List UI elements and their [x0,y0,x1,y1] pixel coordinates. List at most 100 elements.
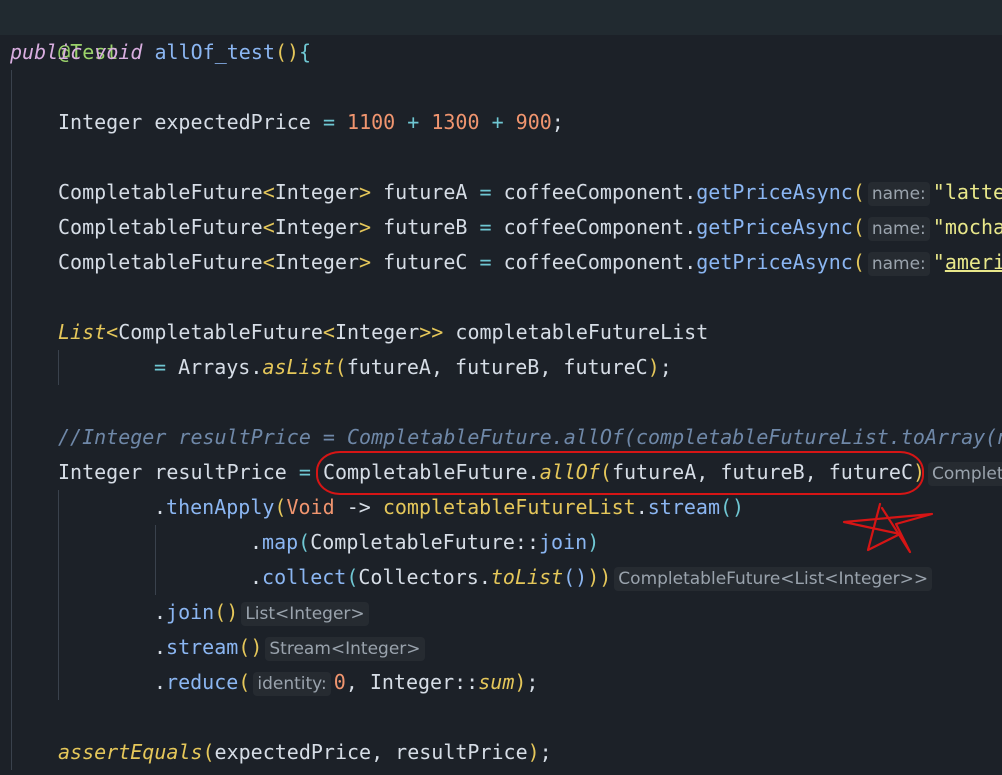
dot: . [250,355,263,379]
method-call: getPriceAsync [696,250,853,274]
code-line-join: .join() List<Integer> [154,595,372,630]
var-expected-price: expectedPrice [154,110,311,134]
method-ref-op: :: [514,530,540,554]
dot: . [154,495,167,519]
dot: . [684,215,697,239]
var-future: futureC [383,250,468,274]
operator-plus: + [491,110,504,134]
dot: . [154,670,167,694]
paren-close: ) [587,530,600,554]
code-line-assert: assertEquals(expectedPrice, resultPrice)… [58,735,552,770]
generic-close: > [359,180,372,204]
paren-open: ( [346,565,359,589]
object-ref: coffeeComponent [503,215,685,239]
method-ref-sum: sum [478,670,515,694]
generic-close: >> [419,320,444,344]
method-call: getPriceAsync [696,215,853,239]
method-map: map [262,530,299,554]
class-collectors: Collectors [358,565,479,589]
generic-open: < [106,320,119,344]
paren-open: ( [852,215,865,239]
code-line-collect: .collect(Collectors.toList())) Completabl… [250,560,935,595]
class-arrays: Arrays [178,355,251,379]
dot: . [250,530,263,554]
generic-open: < [322,320,335,344]
var-completable-future-list: completableFutureList [382,495,636,519]
type-integer: Integer [274,215,360,239]
method-then-apply: thenApply [166,495,275,519]
type-completable-future: CompletableFuture [58,215,263,239]
method-assert-equals: assertEquals [58,740,203,764]
type-integer: Integer [274,180,360,204]
method-ref-join: join [539,530,588,554]
type-completable-future: CompletableFuture [58,250,263,274]
code-line-map: .map(CompletableFuture::join) [250,525,599,560]
operator-assign: = [154,355,167,379]
red-star-markup [842,502,934,554]
dot: . [684,180,697,204]
type-integer: Integer [334,320,420,344]
code-editor[interactable]: @Test public void allOf_test(){ Integer … [0,0,1002,775]
dot: . [684,250,697,274]
operator-assign: = [322,110,335,134]
var-future: futureB [383,215,468,239]
paren-open: ( [334,355,347,379]
dot: . [154,635,167,659]
parens: () [238,635,263,659]
paren-close: ) [647,355,660,379]
code-line-list-decl: List<CompletableFuture<Integer>> complet… [58,315,708,350]
params-parens: () [274,40,300,64]
paren-close: ) [514,670,527,694]
method-to-list: toList [490,565,564,589]
type-hint: Complet [928,462,1002,486]
parameter-hint: name: [867,252,930,276]
type-completable-future: CompletableFuture [118,320,323,344]
operator-assign: = [479,215,492,239]
generic-open: < [262,215,275,239]
semicolon: ; [539,740,552,764]
generic-open: < [262,250,275,274]
operator-plus: + [407,110,420,134]
object-ref: coffeeComponent [503,180,685,204]
indent-guide [58,350,59,385]
code-line-stream: .stream() Stream<Integer> [154,630,428,665]
generic-close: > [359,215,372,239]
paren-open: ( [298,530,311,554]
operator-assign: = [479,250,492,274]
method-reduce: reduce [166,670,239,694]
method-name: allOf_test [154,40,275,64]
paren-close: ) [527,740,540,764]
type-completable-future: CompletableFuture [58,180,263,204]
parameter-hint: name: [867,182,930,206]
lambda-arrow: -> [346,495,371,519]
code-line-list-init: = Arrays.asList(futureA, futureB, future… [154,350,672,385]
paren-open: ( [274,495,287,519]
dot: . [154,600,167,624]
method-call: getPriceAsync [696,180,853,204]
method-collect: collect [262,565,347,589]
indent-guide [155,525,156,595]
code-line-comment: //Integer resultPrice = CompletableFutur… [58,425,1002,449]
string-literal-underlined: americ [944,250,1002,274]
paren-open: ( [202,740,215,764]
code-line-reduce: .reduce(identity: 0, Integer::sum); [154,665,538,700]
comma: , [345,670,358,694]
parameter-hint: identity: [253,672,331,696]
semicolon: ; [551,110,564,134]
code-line-future-c: CompletableFuture<Integer> futureC = cof… [58,245,1002,280]
paren-open: ( [238,670,251,694]
lambda-param: Void [286,495,335,519]
class-completable-future: CompletableFuture [310,530,515,554]
keyword-public: public [10,40,83,64]
generic-close: > [359,250,372,274]
type-hint: Stream<Integer> [265,637,425,661]
number-literal: 900 [515,110,552,134]
parameter-hint: name: [867,217,930,241]
generic-open: < [262,180,275,204]
code-line-future-b: CompletableFuture<Integer> futureB = cof… [58,210,1002,245]
string-literal: "mocha [932,215,1002,239]
type-list: List [58,320,107,344]
semicolon: ; [526,670,539,694]
type-integer: Integer [274,250,360,274]
code-line-future-a: CompletableFuture<Integer> futureA = cof… [58,175,1002,210]
